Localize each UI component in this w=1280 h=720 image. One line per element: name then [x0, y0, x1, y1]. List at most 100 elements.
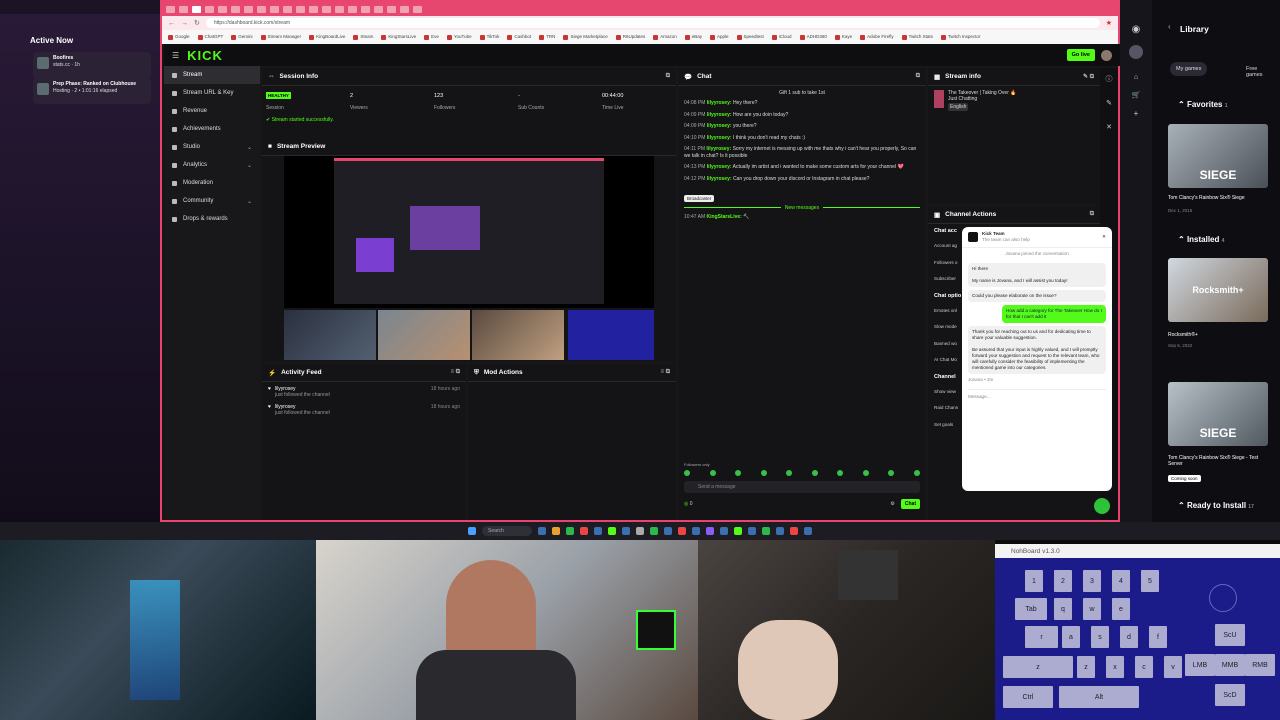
pen-icon[interactable]: ✎ [1100, 92, 1118, 116]
gear-icon[interactable]: ⚙ [890, 501, 894, 507]
browser-tab[interactable] [205, 5, 214, 13]
active-now-item[interactable]: Prep Phase: Ranked on Clubhouse Hosting … [33, 78, 151, 104]
bookmark-link[interactable]: TRN [539, 34, 555, 39]
bookmark-link[interactable]: KingBoardLive [309, 34, 345, 39]
close-icon[interactable]: ✕ [1102, 234, 1106, 240]
app-icon[interactable] [706, 527, 714, 535]
emote-icon[interactable] [888, 470, 895, 476]
bookmark-link[interactable]: Gemini [231, 34, 252, 39]
browser-tab[interactable] [387, 5, 396, 13]
emote-icon[interactable] [837, 470, 844, 476]
game-tile[interactable]: Rocksmith+ [1168, 258, 1268, 322]
plus-icon[interactable]: + [1120, 105, 1152, 123]
chat-send-button[interactable]: Chat [900, 499, 920, 509]
popout-icon[interactable]: ⧉ [916, 73, 920, 80]
app-icon[interactable] [748, 527, 756, 535]
filter-icon[interactable]: ≡ ⧉ [661, 369, 670, 376]
app-icon[interactable] [608, 527, 616, 535]
sidebar-item-achievements[interactable]: Achievements [164, 120, 260, 138]
emote-icon[interactable] [811, 470, 818, 476]
launcher-logo-icon[interactable]: ◉ [1120, 24, 1152, 35]
avatar[interactable] [1101, 49, 1112, 61]
browser-tab[interactable] [166, 5, 175, 13]
app-icon[interactable] [664, 527, 672, 535]
app-icon[interactable] [538, 527, 546, 535]
cart-icon[interactable]: 🛒 [1120, 87, 1152, 105]
browser-tab[interactable] [283, 5, 292, 13]
bookmark-link[interactable]: Cashbot [507, 34, 531, 39]
new-messages-divider[interactable]: New messages [684, 205, 920, 211]
reload-icon[interactable]: ↻ [194, 19, 200, 27]
windows-start-icon[interactable] [468, 527, 476, 535]
browser-tab[interactable] [335, 5, 344, 13]
bookmark-link[interactable]: Twitch Inspector [941, 34, 981, 39]
bookmark-link[interactable]: Stream Manager [261, 34, 302, 39]
bookmark-link[interactable]: R6Updates [616, 34, 646, 39]
filter-icon[interactable]: ≡ ⧉ [451, 369, 460, 376]
browser-tab[interactable] [179, 5, 188, 13]
ready-to-install-header[interactable]: ⌃ Ready to Install 17 [1178, 501, 1254, 510]
browser-tab[interactable] [270, 5, 279, 13]
bookmark-link[interactable]: Amazon [653, 34, 677, 39]
app-icon[interactable] [762, 527, 770, 535]
forward-icon[interactable]: → [181, 20, 188, 27]
emote-icon[interactable] [760, 470, 767, 476]
sidebar-item-studio[interactable]: Studio ⌄ [164, 138, 260, 156]
emote-icon[interactable] [709, 470, 716, 476]
app-icon[interactable] [566, 527, 574, 535]
app-icon[interactable] [692, 527, 700, 535]
popout-icon[interactable]: ⧉ [666, 73, 670, 80]
browser-tab[interactable] [400, 5, 409, 13]
browser-tab[interactable] [309, 5, 318, 13]
browser-tab[interactable] [361, 5, 370, 13]
kick-logo[interactable]: KICK [187, 48, 223, 63]
avatar[interactable] [1129, 45, 1143, 59]
emote-icon[interactable] [862, 470, 869, 476]
game-tile[interactable]: SIEGE [1168, 382, 1268, 446]
app-icon[interactable] [580, 527, 588, 535]
support-input[interactable]: Message… [968, 389, 1106, 400]
app-icon[interactable] [594, 527, 602, 535]
bookmark-link[interactable]: ADHD360 [800, 34, 827, 39]
bookmark-link[interactable]: Eve [424, 34, 439, 39]
menu-icon[interactable]: ☰ [172, 51, 179, 60]
app-icon[interactable] [734, 527, 742, 535]
browser-tab[interactable] [348, 5, 357, 13]
bookmark-link[interactable]: Google [168, 34, 190, 39]
favorites-header[interactable]: ⌃ Favorites 1 [1178, 100, 1228, 109]
bookmark-link[interactable]: TikTok [480, 34, 500, 39]
go-live-button[interactable]: Go live [1066, 49, 1095, 61]
bookmark-link[interactable]: Steam [353, 34, 373, 39]
sidebar-item-revenue[interactable]: Revenue [164, 102, 260, 120]
active-now-item[interactable]: Boofires stats.cc · 1h [33, 52, 151, 78]
app-icon[interactable] [552, 527, 560, 535]
sidebar-item-community[interactable]: Community ⌄ [164, 192, 260, 210]
close-icon[interactable]: ✕ [1100, 116, 1118, 140]
browser-tab[interactable] [413, 5, 422, 13]
bookmark-link[interactable]: Twitch Stats [902, 34, 933, 39]
star-icon[interactable]: ★ [1106, 19, 1112, 27]
browser-tab[interactable] [244, 5, 253, 13]
bookmark-link[interactable]: Siege Marketplace [563, 34, 607, 39]
popout-icon[interactable]: ⧉ [1090, 211, 1094, 218]
bookmark-link[interactable]: Apple [710, 34, 729, 39]
app-icon[interactable] [622, 527, 630, 535]
chat-input[interactable]: Send a message [684, 481, 920, 493]
app-icon[interactable] [720, 527, 728, 535]
bookmark-link[interactable]: Speedtest [737, 34, 764, 39]
bookmark-link[interactable]: ChatGPT [198, 34, 224, 39]
bookmark-link[interactable]: Kaye [835, 34, 852, 39]
sidebar-item-analytics[interactable]: Analytics ⌄ [164, 156, 260, 174]
app-icon[interactable] [636, 527, 644, 535]
browser-tab[interactable] [192, 5, 201, 13]
home-icon[interactable]: ⌂ [1120, 69, 1152, 87]
sidebar-item-stream[interactable]: Stream [164, 66, 260, 84]
app-icon[interactable] [804, 527, 812, 535]
back-icon[interactable]: ‹ [1168, 22, 1171, 31]
bookmark-link[interactable]: YouTube [447, 34, 472, 39]
browser-tab[interactable] [322, 5, 331, 13]
sidebar-item-drops-rewards[interactable]: Drops & rewards [164, 210, 260, 228]
browser-tab[interactable] [296, 5, 305, 13]
sidebar-item-stream-url-key[interactable]: Stream URL & Key [164, 84, 260, 102]
bookmark-link[interactable]: Adobe Firefly [860, 34, 894, 39]
